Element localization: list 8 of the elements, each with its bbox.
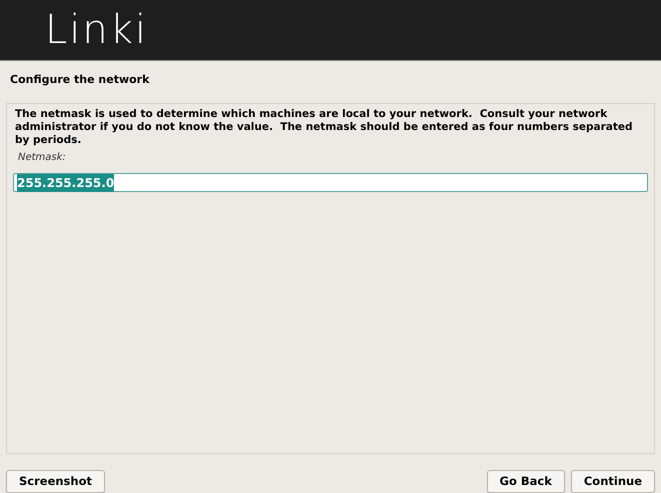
description-text: The netmask is used to determine which machines are local to your network. Consult your network administrator if you do not know the value. The netmask should be entered as four numbers separated by periods.: [15, 108, 634, 148]
page-title: Configure the network: [9, 72, 150, 88]
screenshot-button[interactable]: Screenshot: [6, 470, 105, 493]
netmask-field[interactable]: 255.255.255.0: [13, 173, 648, 192]
field-label: Netmask:: [18, 151, 67, 166]
nav-button[interactable]: Go Back: [486, 470, 565, 493]
logo: Linki: [45, 10, 148, 50]
nav-button[interactable]: Continue: [570, 470, 655, 493]
